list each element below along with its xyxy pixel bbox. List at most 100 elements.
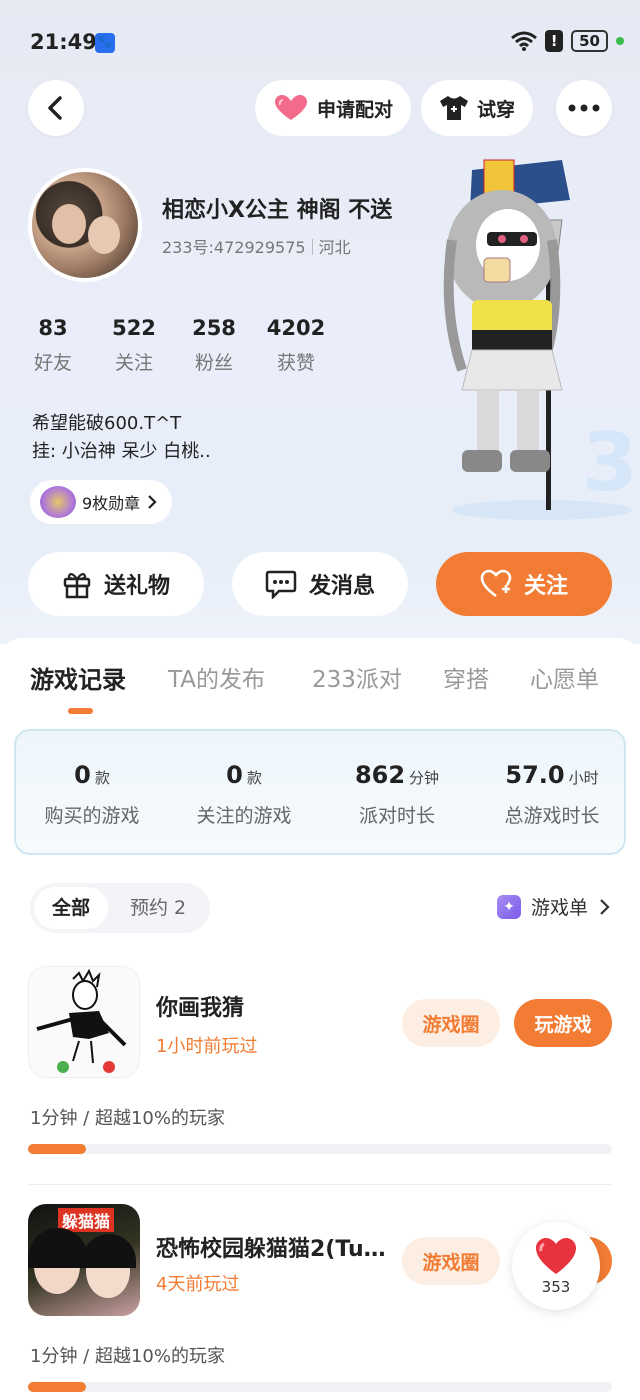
- filter-reserved[interactable]: 预约 2: [130, 883, 186, 933]
- sparkle-icon: ✦: [496, 894, 521, 919]
- game-list-link[interactable]: ✦ 游戏单: [496, 893, 610, 920]
- try-on-button[interactable]: 试穿: [421, 80, 534, 136]
- game-title[interactable]: 你画我猜: [156, 990, 244, 1022]
- heart-plus-icon: [480, 569, 512, 598]
- summary-value: 0: [74, 761, 91, 789]
- stat-friends[interactable]: 83 好友: [30, 316, 76, 375]
- stat-value: 83: [38, 316, 68, 340]
- bio-line: 挂: 小治神 呆少 白桃..: [32, 441, 211, 462]
- divider: [28, 1184, 612, 1185]
- user-id: 233号:472929575: [162, 238, 306, 257]
- user-id-line: 233号:472929575 河北: [162, 234, 351, 258]
- tab-party[interactable]: 233派对: [312, 660, 402, 694]
- game-last-played: 4天前玩过: [156, 1274, 240, 1295]
- game-progress-bar: [28, 1382, 612, 1392]
- stat-label: 获赞: [276, 352, 315, 374]
- sketch-figure-icon: [36, 968, 127, 1073]
- alert-icon: !: [545, 30, 564, 52]
- status-indicators: ! 50: [511, 30, 624, 52]
- back-button[interactable]: [28, 80, 84, 136]
- baidu-notification-icon: 🐾: [95, 33, 115, 53]
- summary-value: 0: [226, 761, 243, 789]
- decorative-233-logo: 33: [582, 416, 632, 509]
- summary-unit: 款: [246, 769, 262, 787]
- summary-total-time[interactable]: 57.0 小时 总游戏时长: [490, 761, 614, 828]
- user-bio: 希望能破600.T^T 挂: 小治神 呆少 白桃..: [32, 410, 211, 466]
- follow-label: 关注: [523, 574, 568, 599]
- medals-label: 9枚勋章: [82, 494, 141, 513]
- wifi-icon: [511, 31, 538, 51]
- battery-indicator: 50: [571, 30, 608, 52]
- summary-unit: 小时: [568, 769, 599, 787]
- stat-value: 258: [192, 316, 236, 340]
- avatar-character-figure[interactable]: 33: [432, 150, 632, 520]
- chat-bubble-icon: [265, 570, 297, 599]
- summary-purchased[interactable]: 0款 购买的游戏: [32, 761, 152, 828]
- bio-line: 希望能破600.T^T: [32, 413, 182, 434]
- stat-likes[interactable]: 4202 获赞: [266, 316, 326, 375]
- summary-label: 总游戏时长: [504, 805, 600, 827]
- stat-value: 4202: [266, 316, 326, 340]
- summary-value: 57.0: [505, 761, 565, 789]
- stat-fans[interactable]: 258 粉丝: [190, 316, 238, 375]
- game-progress-bar: [28, 1144, 612, 1154]
- stat-value: 522: [112, 316, 156, 340]
- game-icon-horror-hide-seek[interactable]: 躲猫猫: [28, 1204, 140, 1316]
- play-game-button[interactable]: 玩游戏: [514, 999, 612, 1047]
- send-gift-button[interactable]: 送礼物: [28, 552, 204, 616]
- user-nickname: 相恋小X公主 神阁 不送: [162, 198, 393, 223]
- tab-outfits[interactable]: 穿搭: [443, 660, 489, 694]
- tab-wishlist[interactable]: 心愿单: [530, 660, 599, 694]
- send-gift-label: 送礼物: [103, 574, 170, 599]
- apply-pair-button[interactable]: 申请配对: [255, 80, 412, 136]
- like-floating-button[interactable]: 353: [512, 1222, 600, 1310]
- game-list-label: 游戏单: [530, 897, 588, 919]
- game-progress-fill: [28, 1382, 87, 1392]
- more-dots-icon: [568, 104, 600, 112]
- game-last-played: 1小时前玩过: [156, 1036, 258, 1057]
- summary-unit: 分钟: [409, 769, 440, 787]
- follow-button[interactable]: 关注: [436, 552, 612, 616]
- summary-value: 862: [354, 761, 406, 789]
- summary-label: 关注的游戏: [196, 805, 292, 827]
- charging-dot-icon: [616, 37, 624, 45]
- summary-party-time[interactable]: 862 分钟 派对时长: [342, 761, 452, 828]
- status-time: 21:49: [30, 30, 97, 54]
- gift-icon: [63, 572, 91, 599]
- send-message-label: 发消息: [308, 574, 375, 599]
- game-summary-box: 0款 购买的游戏 0款 关注的游戏 862 分钟 派对时长 57.0 小时 总游戏时…: [14, 729, 626, 855]
- game-filter-segment: 全部 预约 2: [30, 883, 210, 933]
- stat-label: 关注: [114, 352, 153, 374]
- game-play-stats: 1分钟 / 超越10%的玩家: [30, 1108, 225, 1129]
- heart-icon: [536, 1238, 576, 1274]
- chevron-right-icon: [148, 495, 157, 509]
- game-play-stats: 1分钟 / 超越10%的玩家: [30, 1346, 225, 1367]
- medals-button[interactable]: 9枚勋章: [30, 480, 173, 524]
- game-progress-fill: [28, 1144, 87, 1154]
- summary-unit: 款: [94, 769, 110, 787]
- tshirt-icon: [440, 96, 468, 120]
- tab-posts[interactable]: TA的发布: [168, 660, 265, 694]
- more-options-button[interactable]: [556, 80, 612, 136]
- user-region: 河北: [318, 238, 351, 257]
- summary-label: 购买的游戏: [44, 805, 140, 827]
- game-title[interactable]: 恐怖校园躲猫猫2(Tu…: [156, 1231, 386, 1263]
- user-avatar[interactable]: [28, 168, 142, 282]
- heart-icon: [275, 95, 307, 120]
- back-arrow-icon: [48, 96, 62, 120]
- apply-pair-label: 申请配对: [317, 98, 394, 121]
- tab-game-records[interactable]: 游戏记录: [30, 660, 126, 695]
- chevron-right-icon: [600, 898, 610, 915]
- game-icon-draw-guess[interactable]: [28, 966, 140, 1078]
- stat-following[interactable]: 522 关注: [110, 316, 158, 375]
- active-tab-indicator: [68, 708, 93, 714]
- stat-label: 粉丝: [194, 352, 233, 374]
- game-circle-button[interactable]: 游戏圈: [402, 999, 500, 1047]
- filter-all[interactable]: 全部: [34, 887, 108, 929]
- send-message-button[interactable]: 发消息: [232, 552, 408, 616]
- stat-label: 好友: [33, 352, 72, 374]
- summary-followed[interactable]: 0款 关注的游戏: [184, 761, 304, 828]
- summary-label: 派对时长: [358, 805, 435, 827]
- game-circle-button[interactable]: 游戏圈: [402, 1237, 500, 1285]
- try-on-label: 试穿: [477, 98, 516, 121]
